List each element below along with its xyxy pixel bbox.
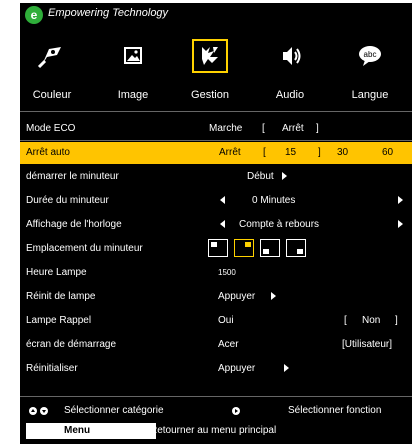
- tab-gestion[interactable]: Gestion: [180, 39, 240, 107]
- row-label: Durée du minuteur: [26, 195, 109, 206]
- divider: [20, 396, 412, 397]
- bracket: ]: [316, 123, 319, 134]
- row-duree-minuteur[interactable]: Durée du minuteur 0 Minutes: [20, 190, 412, 212]
- arrow-right-icon[interactable]: [398, 214, 403, 236]
- option-30[interactable]: 30: [337, 142, 348, 164]
- option-utilisateur[interactable]: [Utilisateur]: [342, 334, 392, 356]
- row-label: Arrêt auto: [26, 147, 70, 158]
- row-reinit-lampe[interactable]: Réinit de lampe Appuyer: [20, 286, 412, 308]
- value-appuyer[interactable]: Appuyer: [218, 358, 255, 380]
- bracket: ]: [395, 315, 398, 326]
- row-label: Mode ECO: [26, 123, 76, 134]
- speaker-icon: [273, 41, 307, 71]
- bracket: ]: [318, 147, 321, 158]
- option-60[interactable]: 60: [382, 142, 393, 164]
- option-non[interactable]: Non: [362, 310, 380, 332]
- osd-menu: e Empowering Technology Couleur Image Ge…: [20, 3, 412, 444]
- divider: [20, 140, 412, 141]
- position-top-left[interactable]: [208, 239, 228, 257]
- tab-langue[interactable]: abc Langue: [340, 39, 400, 107]
- hint-select-category: Sélectionner catégorie: [64, 405, 164, 416]
- bracket: [: [263, 147, 266, 158]
- row-label: Réinit de lampe: [26, 291, 96, 302]
- row-label: Heure Lampe: [26, 267, 87, 278]
- value-debut: Début: [247, 171, 274, 182]
- tagline: Empowering Technology: [48, 7, 169, 19]
- tab-label: Audio: [275, 89, 305, 101]
- row-emplacement-minuteur[interactable]: Emplacement du minuteur: [20, 238, 412, 260]
- tab-label: Image: [117, 89, 149, 101]
- arrow-right-icon[interactable]: [282, 166, 287, 188]
- row-arret-auto[interactable]: Arrêt auto Arrêt [ 15 ] 30 60: [20, 142, 412, 164]
- hint-select-function: Sélectionner fonction: [288, 405, 382, 416]
- category-tabs: Couleur Image Gestion Audio abc Langue: [20, 39, 412, 107]
- arrow-left-icon[interactable]: [220, 214, 225, 236]
- arrow-right-icon[interactable]: [398, 190, 403, 212]
- position-top-right[interactable]: [234, 239, 254, 257]
- row-demarrer-minuteur[interactable]: démarrer le minuteur Début: [20, 166, 412, 188]
- value-compte-a-rebours: Compte à rebours: [239, 219, 320, 230]
- position-bottom-right[interactable]: [286, 239, 306, 257]
- management-icon: [192, 39, 228, 73]
- color-icon: [35, 41, 69, 71]
- row-label: Affichage de l'horloge: [26, 219, 122, 230]
- acer-logo: e: [25, 6, 43, 24]
- value-appuyer[interactable]: Appuyer: [218, 286, 255, 308]
- row-reinitialiser[interactable]: Réinitialiser Appuyer: [20, 358, 412, 380]
- arrow-left-icon[interactable]: [220, 190, 225, 212]
- menu-button[interactable]: Menu: [26, 423, 156, 439]
- tab-couleur[interactable]: Couleur: [22, 39, 82, 107]
- title-bar: e Empowering Technology: [20, 3, 412, 31]
- option-acer[interactable]: Acer: [218, 334, 239, 356]
- arrow-right-icon[interactable]: [271, 286, 276, 308]
- option-oui[interactable]: Oui: [218, 310, 234, 332]
- footer-hints: Sélectionner catégorie Sélectionner fonc…: [20, 402, 412, 420]
- row-label: Réinitialiser: [26, 363, 78, 374]
- row-label: démarrer le minuteur: [26, 171, 119, 182]
- svg-text:abc: abc: [364, 50, 377, 59]
- option-arret[interactable]: Arrêt: [219, 142, 241, 164]
- tab-image[interactable]: Image: [103, 39, 163, 107]
- option-marche[interactable]: Marche: [209, 118, 242, 140]
- row-lampe-rappel[interactable]: Lampe Rappel Oui [ Non ]: [20, 310, 412, 332]
- image-icon: [116, 41, 150, 71]
- language-icon: abc: [353, 41, 387, 71]
- tab-label: Langue: [351, 89, 389, 101]
- row-label: Emplacement du minuteur: [26, 243, 143, 254]
- row-label: écran de démarrage: [26, 339, 117, 350]
- position-bottom-left[interactable]: [260, 239, 280, 257]
- row-ecran-demarrage[interactable]: écran de démarrage Acer [Utilisateur]: [20, 334, 412, 356]
- footer-bar: Sélectionner catégorie Sélectionner fonc…: [20, 400, 412, 444]
- option-arret[interactable]: Arrêt: [282, 118, 304, 140]
- bracket: [: [344, 315, 347, 326]
- option-15[interactable]: 15: [285, 142, 296, 164]
- row-mode-eco[interactable]: Mode ECO Marche [ Arrêt ]: [20, 118, 412, 140]
- divider: [20, 111, 412, 112]
- tab-label: Gestion: [191, 89, 229, 101]
- lamp-hours-value: 1500: [218, 268, 236, 277]
- row-label: Lampe Rappel: [26, 315, 92, 326]
- row-heure-lampe: Heure Lampe 1500: [20, 262, 412, 284]
- value-minutes: 0 Minutes: [252, 195, 296, 206]
- bracket: [: [262, 123, 265, 134]
- tab-audio[interactable]: Audio: [260, 39, 320, 107]
- row-affichage-horloge[interactable]: Affichage de l'horloge Compte à rebours: [20, 214, 412, 236]
- tab-label: Couleur: [32, 89, 72, 101]
- return-main-menu-text: Retourner au menu principal: [150, 425, 277, 436]
- arrow-right-icon[interactable]: [284, 358, 289, 380]
